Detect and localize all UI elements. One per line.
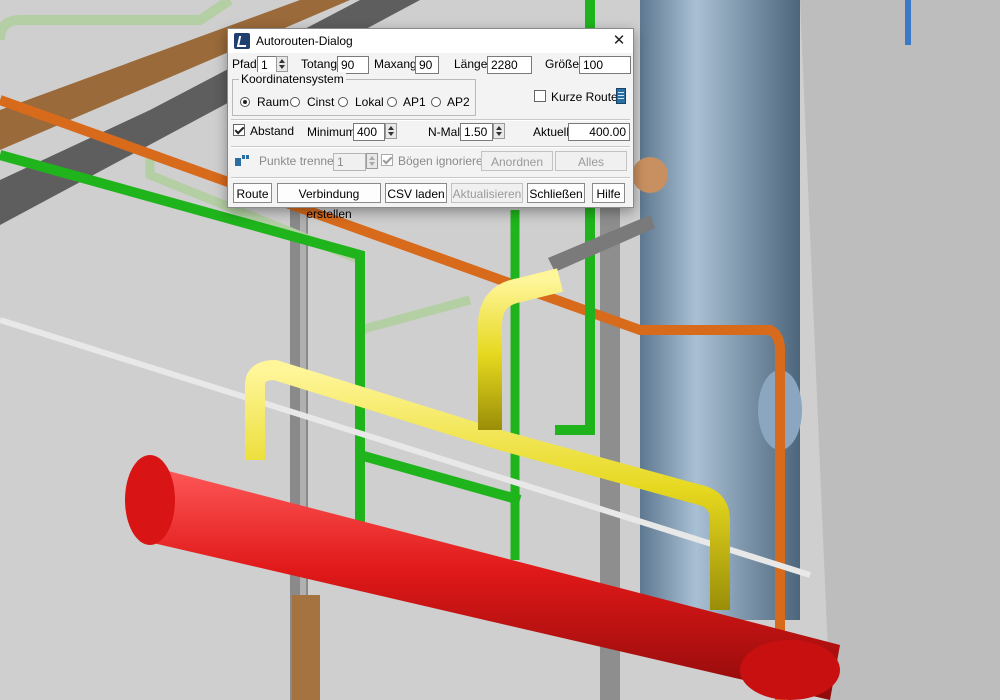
schliessen-button[interactable]: Schließen [527, 183, 585, 203]
radio-cinst-label[interactable]: Cinst [307, 95, 334, 109]
laenge-label: Länge [454, 57, 488, 71]
boegen-ignorieren-label[interactable]: Bögen ignorieren [398, 154, 489, 168]
route-button[interactable]: Route [233, 183, 272, 203]
aktualisieren-button[interactable]: Aktualisieren [451, 183, 523, 203]
maxang-input[interactable]: 90 [415, 56, 439, 74]
radio-ap1-label[interactable]: AP1 [403, 95, 426, 109]
minimum-input[interactable]: 400 [353, 123, 385, 141]
totang-label: Totang [301, 57, 338, 71]
close-icon[interactable]: ✕ [605, 29, 633, 53]
punkte-trennen-spinner[interactable] [366, 153, 378, 169]
pfad-spinner[interactable] [276, 56, 288, 72]
dialog-title: Autorouten-Dialog [256, 34, 353, 48]
radio-raum[interactable] [240, 97, 250, 107]
csv-laden-button[interactable]: CSV laden [385, 183, 447, 203]
koordinatensystem-group: Koordinatensystem Raum Cinst Lokal AP1 A… [232, 72, 476, 116]
punkte-trennen-label: Punkte trennen [259, 154, 341, 168]
aktuell-label: Aktuell [533, 125, 570, 139]
alles-button[interactable]: Alles [555, 151, 627, 171]
radio-lokal-label[interactable]: Lokal [355, 95, 384, 109]
punkte-trennen-input[interactable]: 1 [333, 153, 366, 171]
app-logo-icon [234, 33, 250, 49]
koordinatensystem-title: Koordinatensystem [239, 72, 346, 86]
boegen-ignorieren-checkbox[interactable] [381, 154, 393, 166]
autorouten-dialog: Autorouten-Dialog ✕ Pfad 1 Totang 90 Max… [227, 28, 634, 221]
groesse-input[interactable]: 100 [579, 56, 631, 74]
hilfe-button[interactable]: Hilfe [592, 183, 625, 203]
nmal-label: N-Mal [428, 125, 460, 139]
kurze-route-checkbox[interactable] [534, 90, 546, 102]
separator-3 [231, 177, 630, 179]
route-settings-icon[interactable] [616, 88, 626, 104]
dialog-titlebar[interactable]: Autorouten-Dialog ✕ [228, 29, 633, 53]
verbindung-erstellen-button[interactable]: Verbindung erstellen [277, 183, 381, 221]
radio-ap2[interactable] [431, 97, 441, 107]
laenge-input[interactable]: 2280 [487, 56, 532, 74]
minimum-spinner[interactable] [385, 123, 397, 139]
nmal-spinner[interactable] [493, 123, 505, 139]
radio-ap2-label[interactable]: AP2 [447, 95, 470, 109]
abstand-checkbox[interactable] [233, 124, 245, 136]
separator-2 [231, 146, 630, 148]
split-points-icon [235, 155, 249, 166]
kurze-route-label[interactable]: Kurze Route [551, 90, 618, 104]
aktuell-value: 400.00 [568, 123, 630, 141]
groesse-label: Größe [545, 57, 580, 71]
abstand-label[interactable]: Abstand [250, 124, 294, 138]
radio-cinst[interactable] [290, 97, 300, 107]
minimum-label: Minimum [307, 125, 356, 139]
maxang-label: Maxang [374, 57, 417, 71]
nmal-input[interactable]: 1.50 [460, 123, 493, 141]
radio-lokal[interactable] [338, 97, 348, 107]
anordnen-button[interactable]: Anordnen [481, 151, 553, 171]
radio-raum-label[interactable]: Raum [257, 95, 289, 109]
separator-1 [231, 119, 630, 121]
radio-ap1[interactable] [387, 97, 397, 107]
pfad-label: Pfad [232, 57, 257, 71]
